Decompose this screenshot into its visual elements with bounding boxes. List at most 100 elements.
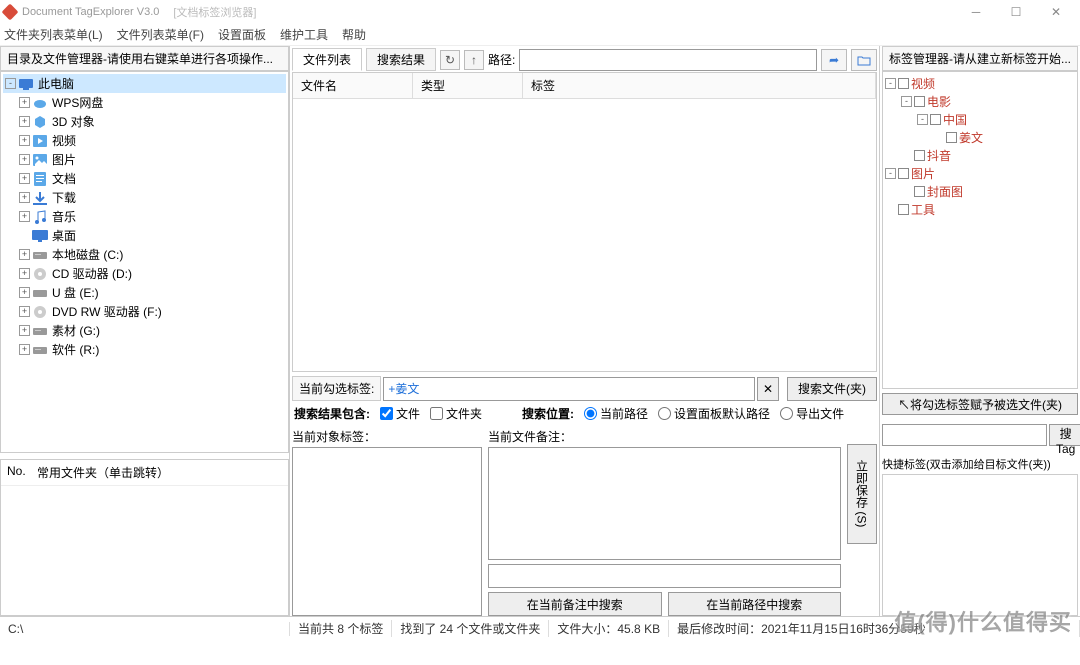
expand-toggle[interactable]: + bbox=[19, 344, 30, 355]
tag-node[interactable]: 工具 bbox=[885, 200, 1075, 218]
path-input[interactable] bbox=[519, 49, 817, 71]
tag-panel-header: 标签管理器-请从建立新标签开始... bbox=[882, 46, 1078, 71]
current-file-note-box[interactable] bbox=[488, 447, 841, 560]
save-now-button[interactable]: 立即保存 (S) bbox=[847, 444, 877, 544]
folder-node-disk[interactable]: +素材 (G:) bbox=[17, 321, 286, 340]
minimize-button[interactable]: ─ bbox=[956, 0, 996, 24]
expand-toggle[interactable] bbox=[933, 132, 944, 143]
assign-tag-button[interactable]: ↖将勾选标签赋予被选文件(夹) bbox=[882, 393, 1078, 415]
tag-node[interactable]: 姜文 bbox=[933, 128, 1075, 146]
favorites-list[interactable] bbox=[1, 486, 288, 615]
radio-export-file[interactable]: 导出文件 bbox=[780, 405, 844, 422]
col-type[interactable]: 类型 bbox=[413, 73, 523, 98]
open-folder-button[interactable] bbox=[851, 49, 877, 71]
menu-maintenance[interactable]: 维护工具 bbox=[280, 26, 328, 43]
tag-checkbox[interactable] bbox=[914, 96, 925, 107]
tag-checkbox[interactable] bbox=[914, 186, 925, 197]
tag-checkbox[interactable] bbox=[914, 150, 925, 161]
expand-toggle[interactable]: + bbox=[19, 173, 30, 184]
folder-node-doc[interactable]: +文档 bbox=[17, 169, 286, 188]
folder-node-pc[interactable]: -此电脑 bbox=[3, 74, 286, 93]
tag-node[interactable]: 封面图 bbox=[901, 182, 1075, 200]
menu-folder-list[interactable]: 文件夹列表菜单(L) bbox=[4, 26, 103, 43]
search-text-input[interactable] bbox=[488, 564, 841, 588]
folder-node-down[interactable]: + 下载 bbox=[17, 188, 286, 207]
expand-toggle[interactable] bbox=[901, 150, 912, 161]
checkbox-files[interactable]: 文件 bbox=[380, 405, 420, 422]
up-icon[interactable]: ↑ bbox=[464, 50, 484, 70]
maximize-button[interactable]: ☐ bbox=[996, 0, 1036, 24]
expand-toggle[interactable]: - bbox=[885, 168, 896, 179]
radio-current-path[interactable]: 当前路径 bbox=[584, 405, 648, 422]
tag-node[interactable]: -视频 bbox=[885, 74, 1075, 92]
folder-label: 下载 bbox=[50, 189, 78, 206]
expand-toggle[interactable]: + bbox=[19, 268, 30, 279]
app-logo-icon bbox=[2, 4, 19, 21]
expand-toggle[interactable]: + bbox=[19, 306, 30, 317]
tag-node[interactable]: 抖音 bbox=[901, 146, 1075, 164]
tag-checkbox[interactable] bbox=[898, 204, 909, 215]
tab-search-results[interactable]: 搜索结果 bbox=[366, 48, 436, 71]
go-button[interactable]: ➦ bbox=[821, 49, 847, 71]
refresh-icon[interactable]: ↻ bbox=[440, 50, 460, 70]
expand-toggle[interactable]: + bbox=[19, 154, 30, 165]
folder-tree[interactable]: -此电脑+WPS网盘+3D 对象+视频+图片+文档+下载+音乐桌面+本地磁盘 (… bbox=[0, 71, 289, 453]
search-files-button[interactable]: 搜索文件(夹) bbox=[787, 377, 877, 401]
expand-toggle[interactable]: - bbox=[5, 78, 16, 89]
expand-toggle[interactable] bbox=[885, 204, 896, 215]
expand-toggle[interactable]: + bbox=[19, 192, 30, 203]
folder-node-usb[interactable]: +U 盘 (E:) bbox=[17, 283, 286, 302]
expand-toggle[interactable]: + bbox=[19, 116, 30, 127]
folder-node-cd[interactable]: +CD 驱动器 (D:) bbox=[17, 264, 286, 283]
folder-node-disk[interactable]: +本地磁盘 (C:) bbox=[17, 245, 286, 264]
quick-tag-box[interactable] bbox=[882, 474, 1078, 616]
menu-help[interactable]: 帮助 bbox=[342, 26, 366, 43]
folder-node-cd[interactable]: +DVD RW 驱动器 (F:) bbox=[17, 302, 286, 321]
tag-node[interactable]: -电影 bbox=[901, 92, 1075, 110]
tab-file-list[interactable]: 文件列表 bbox=[292, 48, 362, 71]
selected-tag-input[interactable] bbox=[383, 377, 755, 401]
clear-tag-button[interactable]: ✕ bbox=[757, 377, 779, 401]
expand-toggle[interactable] bbox=[901, 186, 912, 197]
folder-node-3d[interactable]: +3D 对象 bbox=[17, 112, 286, 131]
file-list[interactable]: 文件名 类型 标签 bbox=[292, 72, 877, 372]
expand-toggle[interactable]: + bbox=[19, 97, 30, 108]
tag-checkbox[interactable] bbox=[898, 168, 909, 179]
tag-node[interactable]: -中国 bbox=[917, 110, 1075, 128]
col-tag[interactable]: 标签 bbox=[523, 73, 876, 98]
radio-default-path[interactable]: 设置面板默认路径 bbox=[658, 405, 770, 422]
tag-checkbox[interactable] bbox=[898, 78, 909, 89]
tag-checkbox[interactable] bbox=[930, 114, 941, 125]
expand-toggle[interactable]: - bbox=[917, 114, 928, 125]
expand-toggle[interactable]: + bbox=[19, 325, 30, 336]
close-button[interactable]: ✕ bbox=[1036, 0, 1076, 24]
menu-file-list[interactable]: 文件列表菜单(F) bbox=[117, 26, 204, 43]
expand-toggle[interactable]: + bbox=[19, 211, 30, 222]
expand-toggle[interactable]: + bbox=[19, 249, 30, 260]
current-object-tag-box[interactable] bbox=[292, 447, 482, 616]
folder-node-video[interactable]: +视频 bbox=[17, 131, 286, 150]
tag-tree[interactable]: -视频-电影-中国姜文抖音-图片封面图工具 bbox=[882, 71, 1078, 389]
expand-toggle[interactable]: - bbox=[901, 96, 912, 107]
folder-node-music[interactable]: +音乐 bbox=[17, 207, 286, 226]
folder-node-desk[interactable]: 桌面 bbox=[17, 226, 286, 245]
expand-toggle[interactable]: - bbox=[885, 78, 896, 89]
current-file-note-label: 当前文件备注： bbox=[488, 426, 841, 447]
checkbox-folders[interactable]: 文件夹 bbox=[430, 405, 482, 422]
tag-checkbox[interactable] bbox=[946, 132, 957, 143]
expand-toggle[interactable]: + bbox=[19, 287, 30, 298]
status-size: 文件大小：45.8 KB bbox=[549, 620, 669, 637]
tag-search-button[interactable]: 搜Tag bbox=[1049, 424, 1080, 446]
menu-settings[interactable]: 设置面板 bbox=[218, 26, 266, 43]
expand-toggle[interactable]: + bbox=[19, 135, 30, 146]
search-location-label: 搜索位置: bbox=[522, 405, 574, 422]
folder-node-disk[interactable]: +软件 (R:) bbox=[17, 340, 286, 359]
search-in-path-button[interactable]: 在当前路径中搜索 bbox=[668, 592, 842, 616]
search-in-notes-button[interactable]: 在当前备注中搜索 bbox=[488, 592, 662, 616]
tag-node[interactable]: -图片 bbox=[885, 164, 1075, 182]
folder-node-image[interactable]: +图片 bbox=[17, 150, 286, 169]
expand-toggle[interactable] bbox=[19, 230, 30, 241]
folder-node-cloud[interactable]: +WPS网盘 bbox=[17, 93, 286, 112]
col-filename[interactable]: 文件名 bbox=[293, 73, 413, 98]
tag-search-input[interactable] bbox=[882, 424, 1047, 446]
